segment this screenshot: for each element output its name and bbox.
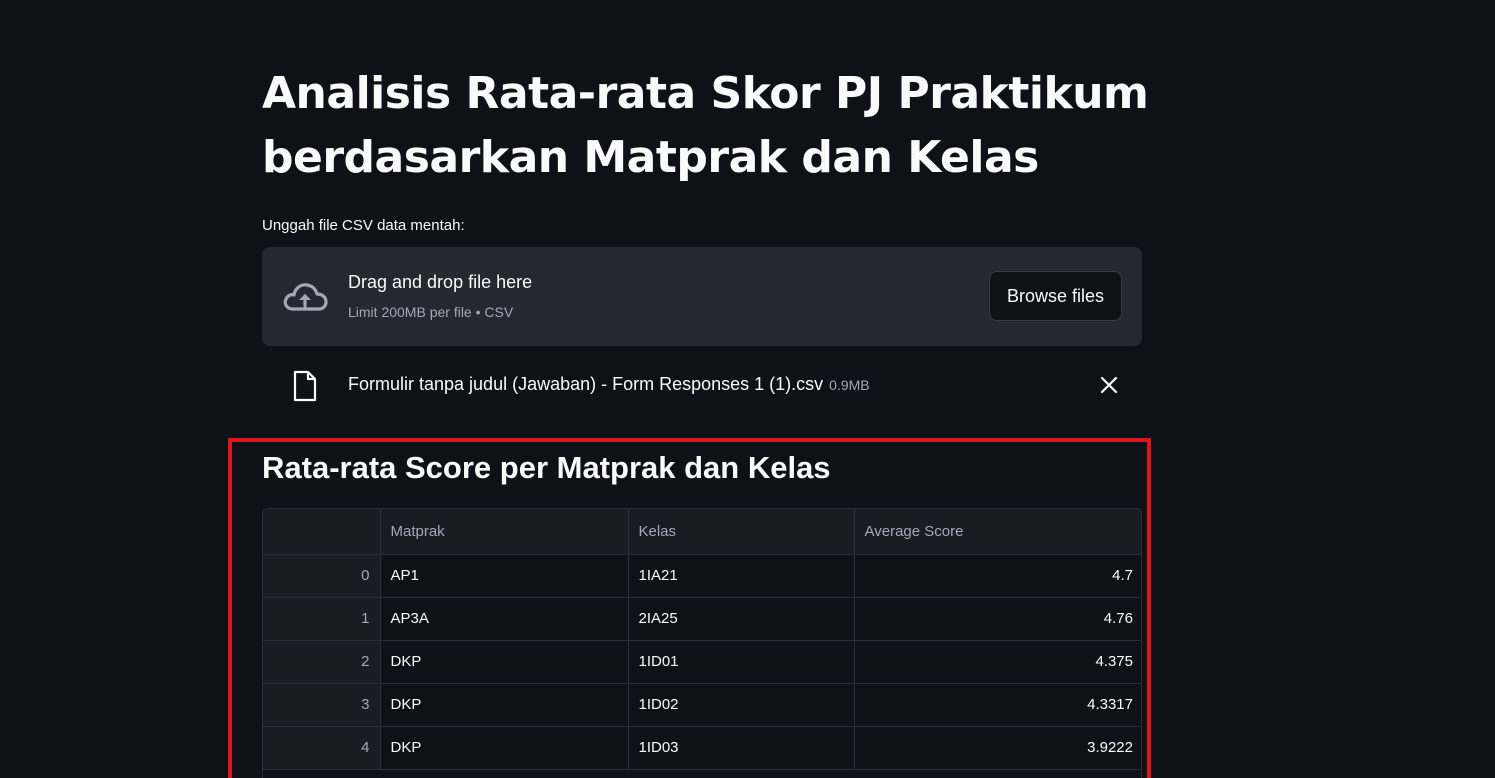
cell-kelas[interactable]: 1ID03	[628, 726, 855, 770]
section-title: Rata-rata Score per Matprak dan Kelas	[262, 450, 831, 485]
column-header-kelas[interactable]: Kelas	[628, 509, 855, 555]
cell-kelas[interactable]: 1ID02	[628, 683, 855, 727]
column-header-index[interactable]	[263, 509, 381, 555]
cell-kelas[interactable]: 1ID01	[628, 640, 855, 684]
browse-files-button[interactable]: Browse files	[989, 271, 1122, 321]
page-title-line-2: berdasarkan Matprak dan Kelas	[262, 132, 1039, 183]
cell-matprak[interactable]: AP3A	[380, 597, 629, 641]
column-header-matprak[interactable]: Matprak	[380, 509, 629, 555]
cell-matprak[interactable]: DKP	[380, 640, 629, 684]
row-index: 4	[263, 726, 381, 770]
cell-kelas[interactable]: 2IA25	[628, 597, 855, 641]
table-row: 2 DKP 1ID01 4.375	[263, 640, 1141, 684]
uploaded-file-name: Formulir tanpa judul (Jawaban) - Form Re…	[348, 374, 870, 395]
cell-average-score[interactable]: 3.9222	[854, 726, 1141, 770]
page-title: Analisis Rata-rata Skor PJ Praktikum ber…	[262, 62, 1162, 190]
table-header-row: Matprak Kelas Average Score	[263, 509, 1141, 555]
row-index: 3	[263, 683, 381, 727]
file-icon	[293, 370, 317, 402]
file-uploader-label: Unggah file CSV data mentah:	[262, 217, 465, 234]
cell-average-score[interactable]: 4.7	[854, 554, 1141, 598]
row-index: 0	[263, 554, 381, 598]
cell-average-score[interactable]: 4.76	[854, 597, 1141, 641]
uploaded-file-row: Formulir tanpa judul (Jawaban) - Form Re…	[262, 362, 1142, 408]
uploaded-file-name-text: Formulir tanpa judul (Jawaban) - Form Re…	[348, 374, 824, 394]
cell-matprak[interactable]: DKP	[380, 683, 629, 727]
cell-average-score[interactable]: 4.3317	[854, 683, 1141, 727]
table-row: 4 DKP 1ID03 3.9222	[263, 726, 1141, 770]
dataframe-table[interactable]: Matprak Kelas Average Score 0 AP1 1IA21 …	[262, 508, 1142, 778]
cell-matprak[interactable]: AP1	[380, 554, 629, 598]
cell-matprak[interactable]: DKP	[380, 726, 629, 770]
row-index: 2	[263, 640, 381, 684]
table-row: 0 AP1 1IA21 4.7	[263, 554, 1141, 598]
uploaded-file-size: 0.9MB	[829, 377, 870, 393]
page-title-line-1: Analisis Rata-rata Skor PJ Praktikum	[262, 68, 1149, 119]
close-icon[interactable]	[1098, 374, 1120, 396]
column-header-average-score[interactable]: Average Score	[854, 509, 1141, 555]
table-row: 1 AP3A 2IA25 4.76	[263, 597, 1141, 641]
dropzone-instructions: Drag and drop file here	[348, 272, 533, 292]
dropzone-limit-text: Limit 200MB per file • CSV	[348, 304, 514, 320]
file-dropzone[interactable]: Drag and drop file here Limit 200MB per …	[262, 247, 1142, 346]
row-index: 1	[263, 597, 381, 641]
cloud-upload-icon	[283, 283, 328, 311]
cell-kelas[interactable]: 1IA21	[628, 554, 855, 598]
table-row: 3 DKP 1ID02 4.3317	[263, 683, 1141, 727]
cell-average-score[interactable]: 4.375	[854, 640, 1141, 684]
